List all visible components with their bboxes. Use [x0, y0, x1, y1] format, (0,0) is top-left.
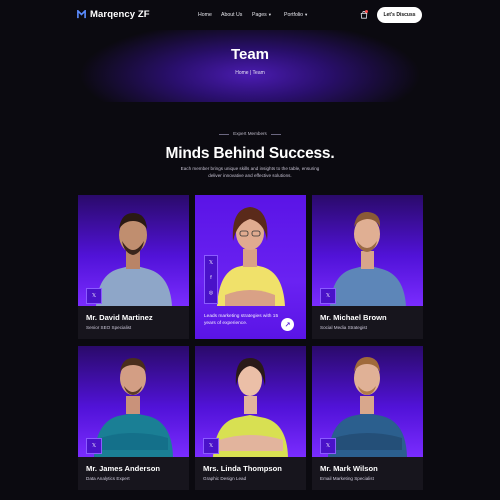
nav-about[interactable]: About Us	[221, 12, 242, 18]
logo-mark-icon	[77, 10, 86, 19]
team-card[interactable]: 𝕏 Mr. Mark Wilson Email Marketing Specia…	[312, 346, 423, 490]
member-role: Social Media Strategist	[320, 325, 367, 330]
member-role: Senior SEO Specialist	[86, 325, 132, 330]
section-description: Each member brings unique skills and ins…	[180, 166, 320, 178]
x-icon[interactable]: 𝕏	[205, 256, 217, 271]
instagram-icon[interactable]: ◎	[205, 286, 217, 301]
member-name: Mr. James Anderson	[86, 464, 160, 473]
x-icon[interactable]: 𝕏	[86, 288, 102, 304]
member-role: Data Analytics Expert	[86, 476, 130, 481]
cart-badge	[365, 10, 368, 13]
section-title: Minds Behind Success.	[165, 145, 335, 162]
member-name: Mrs. Linda Thompson	[203, 464, 282, 473]
nav-home[interactable]: Home	[198, 12, 212, 18]
page-title: Team	[230, 46, 270, 63]
team-card[interactable]: 𝕏 Mr. James Anderson Data Analytics Expe…	[78, 346, 189, 490]
facebook-icon[interactable]: f	[205, 271, 217, 286]
nav-pages[interactable]: Pages ▾	[252, 12, 271, 18]
breadcrumb: Home | Team	[235, 70, 265, 76]
lets-discuss-button[interactable]: Let's Discuss	[377, 7, 422, 23]
brand-logo[interactable]: Marqency ZF	[77, 9, 150, 20]
nav-portfolio-label: Portfolio	[284, 12, 304, 18]
brand-name: Marqency ZF	[90, 9, 150, 20]
member-name: Mr. Michael Brown	[320, 313, 387, 322]
team-card[interactable]: 𝕏 Mr. David Martinez Senior SEO Speciali…	[78, 195, 189, 339]
x-icon[interactable]: 𝕏	[320, 438, 336, 454]
section-eyebrow: Expert Members	[233, 131, 267, 136]
member-blurb: Leads marketing strategies with 15 years…	[204, 314, 279, 326]
x-icon[interactable]: 𝕏	[86, 438, 102, 454]
team-card[interactable]: 𝕏 Mr. Michael Brown Social Media Strateg…	[312, 195, 423, 339]
x-icon[interactable]: 𝕏	[203, 438, 219, 454]
social-links: 𝕏 f ◎	[204, 255, 218, 304]
team-card[interactable]: 𝕏 Mrs. Linda Thompson Graphic Design Lea…	[195, 346, 306, 490]
member-role: Graphic Design Lead	[203, 476, 247, 481]
member-name: Mr. David Martinez	[86, 313, 153, 322]
nav-pages-label: Pages	[252, 12, 267, 18]
chevron-down-icon: ▾	[305, 12, 308, 17]
nav-portfolio[interactable]: Portfolio ▾	[284, 12, 307, 18]
x-icon[interactable]: 𝕏	[320, 288, 336, 304]
chevron-down-icon: ▾	[268, 12, 271, 17]
eyebrow-divider-right	[271, 134, 281, 135]
page-hero: Team Home | Team	[0, 30, 500, 102]
team-card-active[interactable]: 𝕏 f ◎ Leads marketing strategies with 15…	[195, 195, 306, 339]
site-header: Marqency ZF Home About Us Pages ▾ Portfol…	[0, 0, 500, 30]
member-role: Email Marketing Specialist	[320, 476, 374, 481]
arrow-up-right-icon[interactable]: ↗	[281, 318, 294, 331]
member-name: Mr. Mark Wilson	[320, 464, 378, 473]
